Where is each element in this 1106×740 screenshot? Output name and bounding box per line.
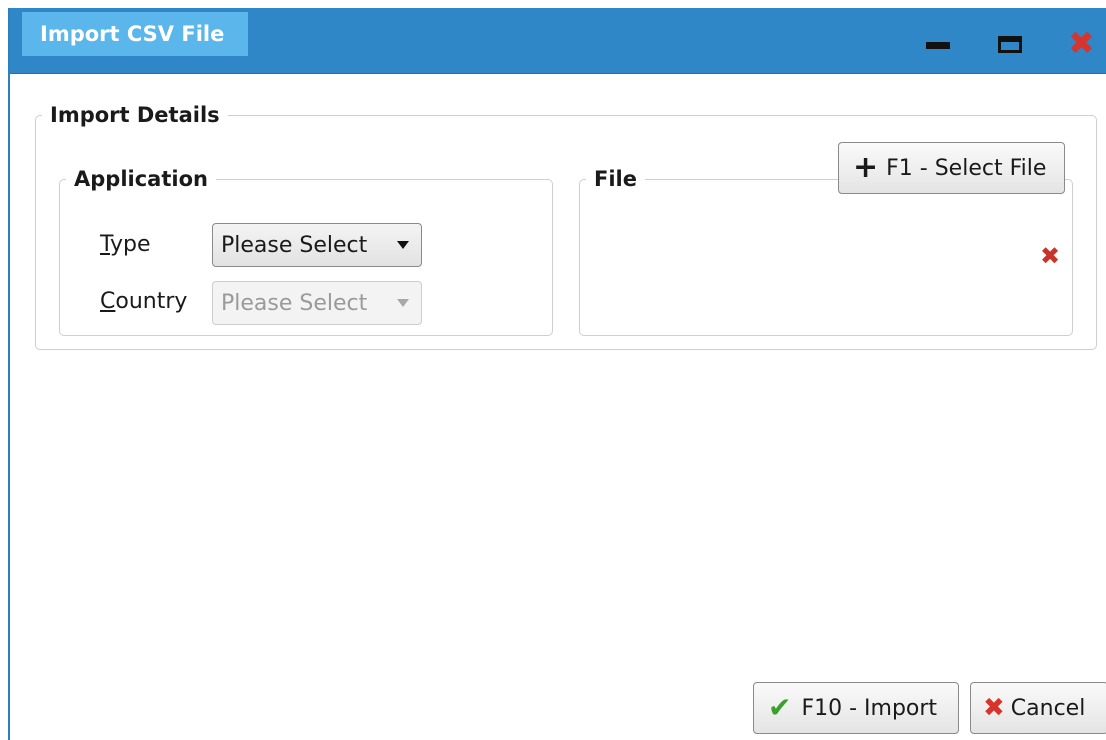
cancel-label: Cancel <box>1010 695 1086 721</box>
import-label: F10 - Import <box>801 695 938 721</box>
chevron-down-icon <box>397 241 409 249</box>
application-legend: Application <box>74 167 208 191</box>
close-window-button[interactable]: ✖ <box>1065 24 1099 62</box>
type-label: Type <box>100 232 151 257</box>
import-button[interactable]: ✔ F10 - Import <box>753 682 959 734</box>
country-label-mnemonic: C <box>100 289 116 314</box>
title-bar[interactable]: Import CSV File ✖ <box>10 8 1106 74</box>
country-label: Country <box>100 289 187 314</box>
cancel-icon: ✖ <box>983 693 1005 723</box>
type-select[interactable]: Please Select <box>212 223 422 267</box>
window-title: Import CSV File <box>22 12 248 56</box>
type-select-value: Please Select <box>221 232 368 258</box>
type-label-mnemonic: T <box>100 232 111 257</box>
close-icon: ✖ <box>1068 24 1095 62</box>
country-label-rest: ountry <box>115 289 188 314</box>
file-legend: File <box>594 167 637 191</box>
type-label-rest: ype <box>110 232 151 257</box>
minimize-button[interactable] <box>922 28 956 58</box>
country-select-value: Please Select <box>221 290 368 316</box>
maximize-button[interactable] <box>994 28 1028 58</box>
import-csv-window: Import CSV File ✖ Import Details Applica… <box>8 8 1106 740</box>
plus-icon: + <box>853 150 879 185</box>
country-select: Please Select <box>212 281 422 325</box>
minimize-icon <box>926 42 950 49</box>
clear-file-icon[interactable]: ✖ <box>1040 242 1060 270</box>
check-icon: ✔ <box>768 691 792 724</box>
select-file-button[interactable]: + F1 - Select File <box>838 142 1065 194</box>
maximize-icon <box>998 36 1022 53</box>
import-details-legend: Import Details <box>50 103 220 127</box>
cancel-button[interactable]: ✖ Cancel <box>970 682 1106 734</box>
chevron-down-icon <box>397 299 409 307</box>
import-details-group: Import Details Application Type Please S… <box>35 104 1097 350</box>
application-group: Application Type Please Select Country P… <box>59 168 553 336</box>
select-file-label: F1 - Select File <box>886 155 1047 181</box>
